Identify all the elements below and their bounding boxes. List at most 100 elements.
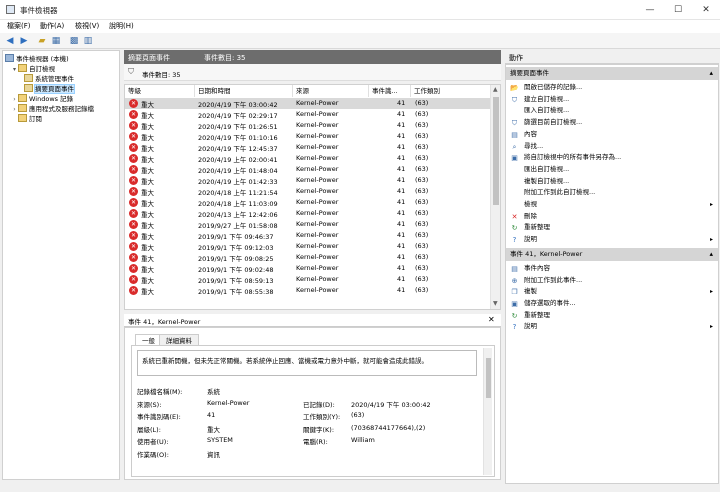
table-row[interactable]: ✕ 重大 2019/9/1 下午 09:12:03 Kernel-Power 41 (63… xyxy=(125,241,491,252)
table-row[interactable]: ✕ 重大 2020/4/19 下午 01:10:16 Kernel-Power 41 (6… xyxy=(125,131,491,142)
table-row[interactable]: ✕ 重大 2020/4/18 上午 11:21:54 Kernel-Power 41 (6… xyxy=(125,186,491,197)
cell-task: (63) xyxy=(415,231,429,239)
folder-up-icon[interactable]: ▰ xyxy=(36,35,48,47)
action-item[interactable]: ↻ 重新整理 xyxy=(506,310,718,322)
tree-item[interactable]: 摘要頁面事件 xyxy=(5,84,94,94)
action-item[interactable]: ⛉ 篩選目前自訂檢視... xyxy=(506,117,718,129)
table-row[interactable]: ✕ 重大 2020/4/13 上午 12:42:06 Kernel-Power 41 (6… xyxy=(125,208,491,219)
action-item[interactable]: 複製自訂檢視... xyxy=(506,176,718,188)
action-item[interactable]: 匯出自訂檢視... xyxy=(506,164,718,176)
column-level[interactable]: 等級 xyxy=(125,85,195,97)
action-pane-icon[interactable]: ▥ xyxy=(82,35,94,47)
action-item[interactable]: ? 說明 ▸ xyxy=(506,234,718,246)
action-item[interactable]: 檢視 ▸ xyxy=(506,199,718,211)
column-event-id[interactable]: 事件識... xyxy=(369,85,411,97)
action-label: 複製 xyxy=(524,287,537,296)
cell-datetime: 2020/4/19 上午 02:00:41 xyxy=(198,156,278,164)
action-label: 內容 xyxy=(524,129,537,138)
section-view-actions[interactable]: 摘要頁面事件 ▴ xyxy=(506,67,718,80)
folder-icon xyxy=(18,104,27,112)
cell-source: Kernel-Power xyxy=(296,231,339,239)
action-item[interactable]: ↻ 重新整理 xyxy=(506,222,718,234)
cell-event-id: 41 xyxy=(397,143,406,151)
action-item[interactable]: ▣ 將自訂檢視中的所有事件另存為... xyxy=(506,152,718,164)
forward-arrow-icon[interactable]: ▶ xyxy=(18,35,30,47)
table-row[interactable]: ✕ 重大 2019/9/1 下午 08:55:38 Kernel-Power 41 (63… xyxy=(125,285,491,296)
maximize-button[interactable]: ☐ xyxy=(664,0,692,20)
action-item[interactable]: ▣ 儲存選取的事件... xyxy=(506,298,718,310)
column-datetime[interactable]: 日期和時間 xyxy=(195,85,293,97)
menu-help[interactable]: 說明(H) xyxy=(109,21,134,31)
table-row[interactable]: ✕ 重大 2019/9/1 下午 09:08:25 Kernel-Power 41 (63… xyxy=(125,252,491,263)
section-event-actions[interactable]: 事件 41，Kernel-Power ▴ xyxy=(506,247,718,261)
filter-icon xyxy=(24,84,33,92)
table-row[interactable]: ✕ 重大 2019/9/1 下午 09:02:48 Kernel-Power 41 (63… xyxy=(125,263,491,274)
action-label: 重新整理 xyxy=(524,310,550,319)
table-row[interactable]: ✕ 重大 2019/9/1 下午 08:59:13 Kernel-Power 41 (63… xyxy=(125,274,491,285)
column-source[interactable]: 來源 xyxy=(293,85,369,97)
console-tree-icon[interactable]: ▦ xyxy=(50,35,62,47)
cell-task: (63) xyxy=(415,187,429,195)
close-button[interactable]: ✕ xyxy=(692,0,720,20)
action-item[interactable]: ❐ 複製 ▸ xyxy=(506,286,718,298)
action-item[interactable]: 匯入自訂檢視... xyxy=(506,105,718,117)
action-item[interactable]: ▤ 事件內容 xyxy=(506,263,718,275)
table-row[interactable]: ✕ 重大 2020/4/19 下午 02:29:17 Kernel-Power 41 (6… xyxy=(125,109,491,120)
actions-header: 動作 xyxy=(505,50,719,64)
submenu-arrow-icon: ▸ xyxy=(709,201,713,208)
close-detail-icon[interactable]: ✕ xyxy=(488,315,495,324)
action-item[interactable]: ▤ 內容 xyxy=(506,129,718,141)
tree-root[interactable]: 事件檢視器 (本機) xyxy=(5,54,94,64)
detail-scroll-thumb[interactable] xyxy=(486,358,491,398)
cell-event-id: 41 xyxy=(397,99,406,107)
scroll-down-icon[interactable]: ▼ xyxy=(493,300,498,307)
cell-source: Kernel-Power xyxy=(296,165,339,173)
cell-level: 重大 xyxy=(141,288,154,296)
action-item[interactable]: ? 說明 ▸ xyxy=(506,321,718,333)
critical-error-icon: ✕ xyxy=(129,132,138,141)
column-task[interactable]: 工作類別 xyxy=(411,85,491,97)
detail-scrollbar[interactable] xyxy=(483,348,492,475)
tree-item[interactable]: › Windows 記錄 xyxy=(5,94,94,104)
table-row[interactable]: ✕ 重大 2020/4/19 下午 12:45:37 Kernel-Power 41 (6… xyxy=(125,142,491,153)
table-row[interactable]: ✕ 重大 2020/4/18 上午 11:03:09 Kernel-Power 41 (6… xyxy=(125,197,491,208)
table-row[interactable]: ✕ 重大 2020/4/19 下午 01:26:51 Kernel-Power 41 (6… xyxy=(125,120,491,131)
action-item[interactable]: 附加工作到此自訂檢視... xyxy=(506,187,718,199)
minimize-button[interactable]: — xyxy=(636,0,664,20)
action-item[interactable]: ⊕ 附加工作到此事件... xyxy=(506,275,718,287)
action-item[interactable]: ✕ 刪除 xyxy=(506,211,718,223)
table-row[interactable]: ✕ 重大 2020/4/19 下午 03:00:42 Kernel-Power 41 (6… xyxy=(125,98,491,109)
menu-action[interactable]: 動作(A) xyxy=(40,21,64,31)
table-row[interactable]: ✕ 重大 2019/9/1 下午 09:46:37 Kernel-Power 41 (63… xyxy=(125,230,491,241)
menu-view[interactable]: 檢視(V) xyxy=(75,21,99,31)
table-row[interactable]: ✕ 重大 2020/4/19 上午 01:42:33 Kernel-Power 41 (6… xyxy=(125,175,491,186)
submenu-arrow-icon: ▸ xyxy=(709,323,713,331)
title-bar: 事件檢視器 — ☐ ✕ xyxy=(0,0,720,20)
scroll-up-icon[interactable]: ▲ xyxy=(493,86,498,93)
menu-file[interactable]: 檔案(F) xyxy=(7,21,31,31)
action-item[interactable]: ⌕ 尋找... xyxy=(506,141,718,153)
tree-item[interactable]: › 應用程式及服務記錄檔 xyxy=(5,104,94,114)
tree-item[interactable]: ▾ 自訂檢視 xyxy=(5,64,94,74)
grid-scrollbar[interactable]: ▲ ▼ xyxy=(490,85,500,309)
help-icon[interactable]: ▩ xyxy=(68,35,80,47)
action-item[interactable]: ⛉ 建立自訂檢視... xyxy=(506,94,718,106)
scroll-thumb[interactable] xyxy=(493,97,499,205)
tree-item[interactable]: 訂閱 xyxy=(5,114,94,124)
cell-datetime: 2020/4/19 下午 03:00:42 xyxy=(198,101,278,109)
filter-icon: ⛉ xyxy=(128,67,134,76)
cell-task: (63) xyxy=(415,264,429,272)
action-item[interactable]: 📂 開啟已儲存的記錄... xyxy=(506,82,718,94)
window-title: 事件檢視器 xyxy=(20,6,58,15)
tree-item[interactable]: 系統管理事件 xyxy=(5,74,94,84)
cell-datetime: 2020/4/19 下午 01:26:51 xyxy=(198,123,278,131)
action-label: 將自訂檢視中的所有事件另存為... xyxy=(524,153,622,162)
table-row[interactable]: ✕ 重大 2020/4/19 上午 02:00:41 Kernel-Power 41 (6… xyxy=(125,153,491,164)
back-arrow-icon[interactable]: ◀ xyxy=(4,35,16,47)
table-row[interactable]: ✕ 重大 2020/4/19 上午 01:48:04 Kernel-Power 41 (6… xyxy=(125,164,491,175)
field-label: 工作類別(Y): xyxy=(303,413,341,421)
cell-level: 重大 xyxy=(141,211,154,219)
field-value: 2020/4/19 下午 03:00:42 xyxy=(351,400,431,409)
cell-source: Kernel-Power xyxy=(296,209,339,217)
table-row[interactable]: ✕ 重大 2019/9/27 上午 01:58:08 Kernel-Power 41 (6… xyxy=(125,219,491,230)
